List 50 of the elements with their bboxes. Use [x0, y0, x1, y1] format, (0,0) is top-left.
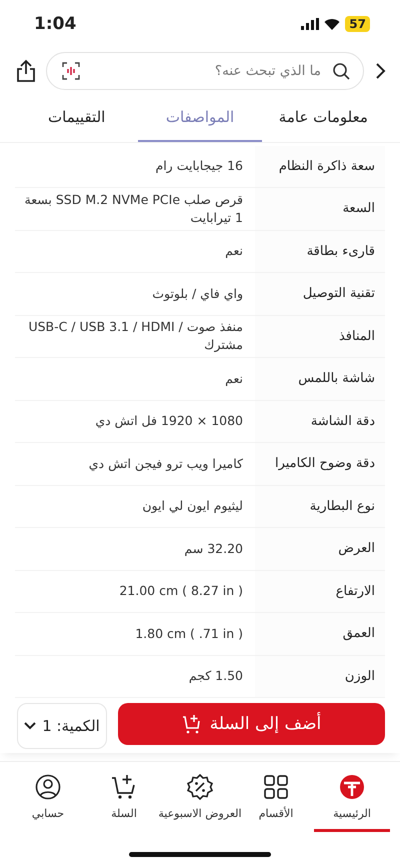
spec-label: السعة	[342, 201, 375, 216]
share-icon	[16, 58, 36, 83]
spec-value: ليثيوم ايون لي ايون	[142, 497, 243, 516]
cart-plus-icon	[111, 774, 137, 800]
spec-label: قارىء بطاقة	[306, 244, 375, 259]
search-field[interactable]: ما الذي تبحث عنه؟	[46, 52, 364, 90]
nav-tab[interactable]: الأقسام	[238, 762, 314, 832]
cart-plus-icon	[182, 714, 202, 734]
spec-label: تقنية التوصيل	[302, 286, 375, 302]
spec-label: دقة وضوح الكاميرا	[274, 456, 375, 472]
spec-label: العمق	[342, 626, 375, 642]
spec-label: المنافذ	[338, 328, 375, 344]
tab[interactable]: معلومات عامة	[262, 94, 385, 142]
search-icon	[332, 62, 350, 80]
spec-label: الوزن	[344, 668, 375, 684]
spec-label: العرض	[338, 541, 375, 556]
spec-label: دقة الشاشة	[310, 414, 375, 429]
spec-label: الارتفاع	[336, 584, 375, 599]
spec-value: 1080 × 1920 فل اتش دي	[95, 412, 243, 430]
add-to-cart-button[interactable]: أضف إلى السلة	[118, 703, 385, 746]
wifi-icon	[324, 18, 340, 30]
user-icon	[35, 774, 61, 800]
spec-value: 32.20 سم	[184, 540, 243, 558]
logo-icon	[339, 774, 365, 800]
battery-level: 57	[345, 16, 370, 32]
chevron-down-icon	[24, 722, 36, 730]
spec-value: نعم	[225, 242, 243, 260]
spec-value: 16 جيجابايت رام	[155, 157, 243, 176]
spec-label: شاشة باللمس	[298, 371, 375, 386]
discount-badge-icon	[187, 774, 213, 800]
tab[interactable]: المواصفات	[138, 94, 262, 142]
voice-search-icon	[62, 62, 80, 80]
spec-value: قرص صلب SSD M.2 NVMe PCIe بسعة 1 تيرابايت	[24, 190, 243, 227]
spec-value: نعم	[225, 370, 243, 388]
nav-tab[interactable]: حسابي	[10, 762, 86, 832]
spec-label: سعة ذاكرة النظام	[278, 158, 375, 174]
tab[interactable]: التقييمات	[15, 94, 138, 142]
spec-value: واي فاي / بلوتوث	[152, 284, 243, 303]
spec-value: 1.50 كجم	[188, 667, 243, 686]
signal-icon	[301, 18, 320, 30]
spec-value: 21.00 cm ( 8.27 in )	[119, 582, 243, 600]
back-chevron-icon	[374, 62, 388, 80]
spec-value: 1.80 cm ( .71 in )	[135, 624, 243, 643]
time: 1:04	[34, 14, 76, 34]
grid-icon	[263, 774, 289, 800]
nav-tab[interactable]: الرئيسية	[314, 762, 390, 832]
spec-value: كاميرا ويب ترو فيجن اتش دي	[88, 454, 243, 473]
spec-label: نوع البطارية	[310, 498, 375, 514]
quantity-dropdown[interactable]: الكمية: 1	[17, 703, 107, 750]
spec-value: USB-C / USB 3.1 / HDMI / منفذ صوت مشترك	[27, 318, 243, 354]
